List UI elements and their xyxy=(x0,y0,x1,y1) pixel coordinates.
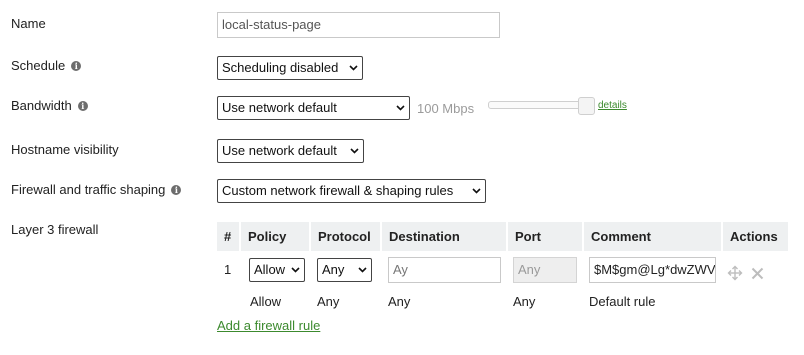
firewall-select[interactable]: Custom network firewall & shaping rules xyxy=(217,179,486,203)
move-icon[interactable] xyxy=(727,265,743,281)
chevron-down-icon xyxy=(291,267,300,273)
bandwidth-select[interactable]: Use network default xyxy=(217,96,410,120)
destination-input[interactable]: Ay xyxy=(388,257,501,283)
header-actions: Actions xyxy=(723,222,788,251)
name-label: Name xyxy=(11,16,46,31)
header-comment: Comment xyxy=(584,222,721,251)
chevron-down-icon xyxy=(396,105,405,111)
chevron-down-icon xyxy=(349,65,358,71)
bandwidth-label: Bandwidth i xyxy=(11,98,88,113)
port-input[interactable]: Any xyxy=(513,257,577,283)
rule-index: 1 xyxy=(224,262,232,277)
bandwidth-limit-text: 100 Mbps xyxy=(417,101,475,116)
bandwidth-slider-track[interactable] xyxy=(488,101,590,109)
add-firewall-rule-link[interactable]: Add a firewall rule xyxy=(217,318,320,333)
firewall-label: Firewall and traffic shaping i xyxy=(11,182,182,197)
default-policy: Allow xyxy=(250,294,282,309)
info-icon[interactable]: i xyxy=(171,185,182,195)
bandwidth-label-text: Bandwidth xyxy=(11,98,72,113)
protocol-select-value: Any xyxy=(322,262,345,277)
name-input[interactable]: local-status-page xyxy=(217,12,500,38)
header-destination: Destination xyxy=(382,222,506,251)
chevron-down-icon xyxy=(358,267,367,273)
policy-select-value: Allow xyxy=(254,262,286,277)
chevron-down-icon xyxy=(350,148,359,154)
header-port: Port xyxy=(508,222,582,251)
policy-select[interactable]: Allow xyxy=(249,258,305,282)
firewall-select-value: Custom network firewall & shaping rules xyxy=(222,183,454,198)
details-link[interactable]: details xyxy=(598,100,627,111)
close-icon[interactable] xyxy=(751,267,764,280)
layer3-firewall-label: Layer 3 firewall xyxy=(11,222,99,237)
schedule-select-value: Scheduling disabled xyxy=(222,60,339,75)
protocol-select[interactable]: Any xyxy=(317,258,372,282)
chevron-down-icon xyxy=(472,188,481,194)
hostname-visibility-label: Hostname visibility xyxy=(11,142,119,157)
default-protocol: Any xyxy=(317,294,340,309)
hostname-visibility-select-value: Use network default xyxy=(222,143,337,158)
header-protocol: Protocol xyxy=(311,222,380,251)
header-policy: Policy xyxy=(241,222,309,251)
default-port: Any xyxy=(513,294,536,309)
schedule-select[interactable]: Scheduling disabled xyxy=(217,56,363,80)
default-destination: Any xyxy=(388,294,411,309)
schedule-label: Schedule i xyxy=(11,58,82,73)
hostname-visibility-select[interactable]: Use network default xyxy=(217,139,364,163)
default-comment: Default rule xyxy=(589,294,656,309)
header-index: # xyxy=(217,222,239,251)
schedule-label-text: Schedule xyxy=(11,58,66,73)
bandwidth-select-value: Use network default xyxy=(222,100,337,115)
comment-input[interactable]: $M$gm@Lg*dwZWV xyxy=(589,257,716,283)
info-icon[interactable]: i xyxy=(77,101,88,111)
info-icon[interactable]: i xyxy=(71,61,82,71)
bandwidth-slider-handle[interactable] xyxy=(578,97,595,115)
firewall-label-text: Firewall and traffic shaping xyxy=(11,182,166,197)
